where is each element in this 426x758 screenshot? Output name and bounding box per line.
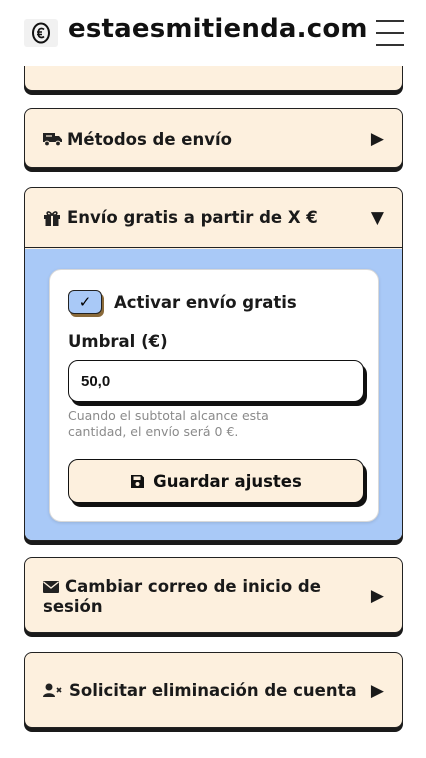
euro-coin-icon [24,19,58,47]
enable-free-shipping-label[interactable]: Activar envío gratis [114,293,297,312]
section-header-delete-account[interactable]: Solicitar eliminación de cuenta ▶ [25,653,402,729]
threshold-input[interactable] [68,360,364,402]
section-label-change-email: Cambiar correo de inicio de sesión [43,577,366,616]
gift-icon [43,209,67,227]
change-email-text: Cambiar correo de inicio de sesión [43,576,321,616]
site-title[interactable]: estaesmitienda.com [68,14,368,44]
section-label-shipping: Métodos de envío [67,129,232,149]
truck-icon [43,131,67,147]
site-header: estaesmitienda.com [0,0,426,66]
expand-arrow-icon: ▶ [370,129,384,149]
section-free-shipping: Envío gratis a partir de X € ▼ ✓ Activar… [24,187,403,541]
collapse-arrow-icon: ▼ [370,207,384,228]
section-header-change-email[interactable]: Cambiar correo de inicio de sesión ▶ [25,558,402,634]
section-header-free-shipping[interactable]: Envío gratis a partir de X € ▼ [25,188,402,248]
section-header-shipping[interactable]: Métodos de envío ▶ [25,109,402,169]
section-label-free-shipping: Envío gratis a partir de X € [67,208,318,227]
section-change-email[interactable]: Cambiar correo de inicio de sesión ▶ [24,557,403,633]
hamburger-menu-icon[interactable] [376,20,404,46]
section-label-delete-account: Solicitar eliminación de cuenta [43,681,366,701]
expand-arrow-icon: ▶ [370,681,384,701]
enable-free-shipping-checkbox[interactable]: ✓ [68,290,102,314]
expand-arrow-icon: ▶ [370,586,384,606]
envelope-icon [43,578,59,597]
user-remove-icon [43,682,63,701]
delete-account-text: Solicitar eliminación de cuenta [69,681,357,700]
enable-free-shipping-row[interactable]: ✓ Activar envío gratis [68,290,297,314]
section-shipping-methods[interactable]: Métodos de envío ▶ [24,108,403,168]
free-shipping-body: ✓ Activar envío gratis Umbral (€) Cuando… [25,249,402,540]
free-shipping-form: ✓ Activar envío gratis Umbral (€) Cuando… [49,269,379,522]
floppy-disk-icon [130,474,145,489]
save-settings-label: Guardar ajustes [153,471,302,491]
section-delete-account[interactable]: Solicitar eliminación de cuenta ▶ [24,652,403,728]
save-settings-button[interactable]: Guardar ajustes [68,459,364,503]
threshold-help-text: Cuando el subtotal alcance esta cantidad… [68,408,269,439]
threshold-label: Umbral (€) [68,332,168,351]
